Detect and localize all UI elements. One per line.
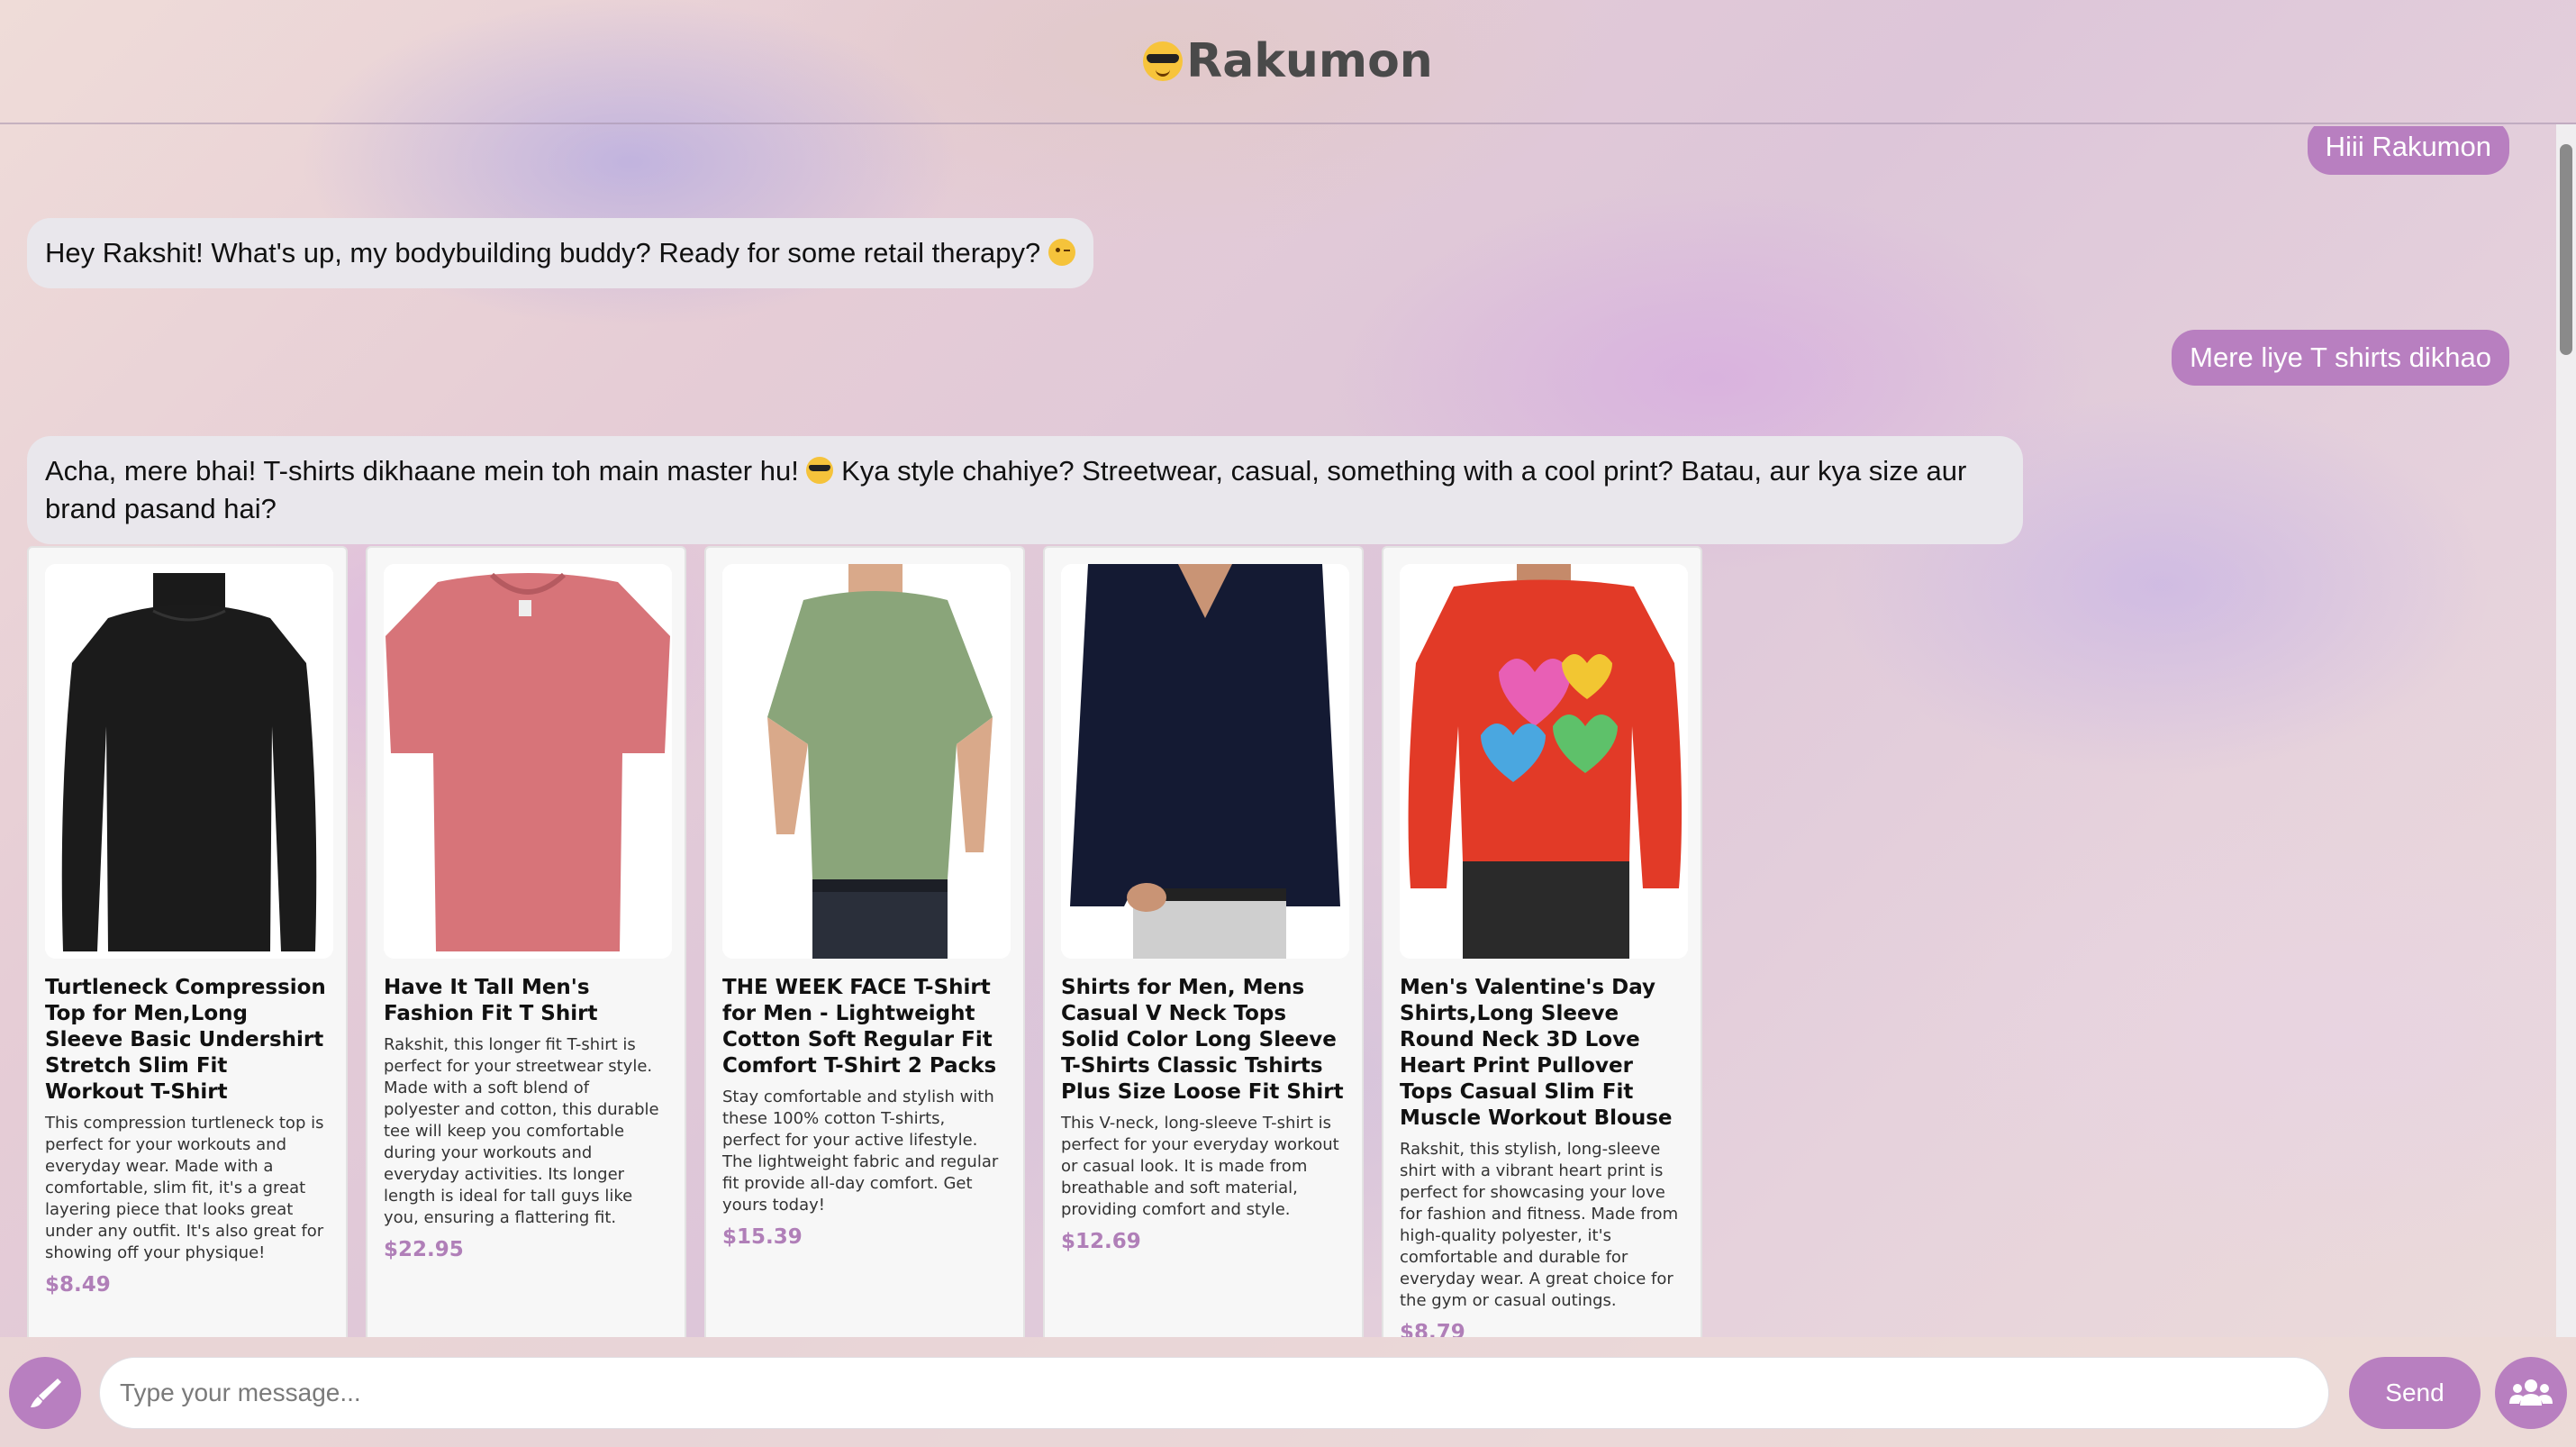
- product-card[interactable]: THE WEEK FACE T-Shirt for Men - Lightwei…: [704, 546, 1025, 1337]
- message-input[interactable]: [99, 1357, 2329, 1429]
- sunglasses-emoji-icon: [806, 457, 834, 484]
- message-text: Hey Rakshit! What's up, my bodybuilding …: [45, 237, 1041, 268]
- product-name[interactable]: Men's Valentine's Day Shirts,Long Sleeve…: [1400, 975, 1684, 1132]
- product-name[interactable]: Have It Tall Men's Fashion Fit T Shirt: [384, 975, 668, 1027]
- product-image[interactable]: [1400, 564, 1688, 959]
- product-image[interactable]: [722, 564, 1011, 959]
- app-title: Rakumon: [1143, 34, 1433, 88]
- message-text: Acha, mere bhai! T-shirts dikhaane mein …: [45, 455, 799, 487]
- navy-vneck-image: [1061, 564, 1349, 959]
- black-turtleneck-image: [45, 564, 333, 959]
- theme-button[interactable]: [9, 1357, 81, 1429]
- message-text: Hiii Rakumon: [2325, 131, 2491, 162]
- product-description: This V-neck, long-sleeve T-shirt is perf…: [1061, 1114, 1339, 1219]
- green-tshirt-model-image: [722, 564, 1011, 959]
- chat-scrollbar[interactable]: [2556, 124, 2576, 1337]
- message-input-bar: Send: [0, 1337, 2576, 1447]
- user-message: Hiii Rakumon: [2307, 126, 2509, 175]
- product-image[interactable]: [1061, 564, 1349, 959]
- product-price: $22.95: [384, 1238, 464, 1261]
- message-text: Mere liye T shirts dikhao: [2190, 341, 2491, 373]
- product-image[interactable]: [45, 564, 333, 959]
- product-description: Rakshit, this stylish, long-sleeve shirt…: [1400, 1140, 1679, 1310]
- bot-message: Acha, mere bhai! T-shirts dikhaane mein …: [27, 436, 2023, 544]
- app-title-text: Rakumon: [1186, 34, 1433, 88]
- user-message: Mere liye T shirts dikhao: [2172, 330, 2509, 386]
- product-card[interactable]: Turtleneck Compression Top for Men,Long …: [27, 546, 348, 1337]
- sunglasses-emoji-icon: [1143, 41, 1184, 81]
- users-icon: [2509, 1379, 2553, 1406]
- product-price: $12.69: [1061, 1230, 1141, 1253]
- product-description: Rakshit, this longer fit T-shirt is perf…: [384, 1035, 659, 1227]
- red-heart-shirt-image: [1400, 564, 1688, 959]
- product-card[interactable]: Men's Valentine's Day Shirts,Long Sleeve…: [1382, 546, 1702, 1337]
- product-image[interactable]: [384, 564, 672, 959]
- product-name[interactable]: Shirts for Men, Mens Casual V Neck Tops …: [1061, 975, 1346, 1106]
- product-card[interactable]: Shirts for Men, Mens Casual V Neck Tops …: [1043, 546, 1364, 1337]
- bot-message: Hey Rakshit! What's up, my bodybuilding …: [27, 218, 1093, 288]
- app-header: Rakumon: [0, 0, 2576, 124]
- wink-emoji-icon: [1048, 239, 1075, 266]
- scrollbar-thumb[interactable]: [2560, 144, 2572, 355]
- product-price: $15.39: [722, 1225, 803, 1249]
- product-price: $8.49: [45, 1273, 111, 1297]
- send-button[interactable]: Send: [2349, 1357, 2481, 1429]
- product-price: $8.79: [1400, 1321, 1465, 1337]
- product-card[interactable]: Have It Tall Men's Fashion Fit T Shirt R…: [366, 546, 686, 1337]
- paintbrush-icon: [31, 1379, 61, 1407]
- users-button[interactable]: [2495, 1357, 2567, 1429]
- product-description: This compression turtleneck top is perfe…: [45, 1114, 324, 1262]
- product-description: Stay comfortable and stylish with these …: [722, 1088, 999, 1215]
- product-name[interactable]: Turtleneck Compression Top for Men,Long …: [45, 975, 330, 1106]
- product-name[interactable]: THE WEEK FACE T-Shirt for Men - Lightwei…: [722, 975, 1007, 1079]
- pink-tshirt-image: [384, 564, 672, 959]
- chat-area[interactable]: Hiii Rakumon Hey Rakshit! What's up, my …: [0, 126, 2549, 1337]
